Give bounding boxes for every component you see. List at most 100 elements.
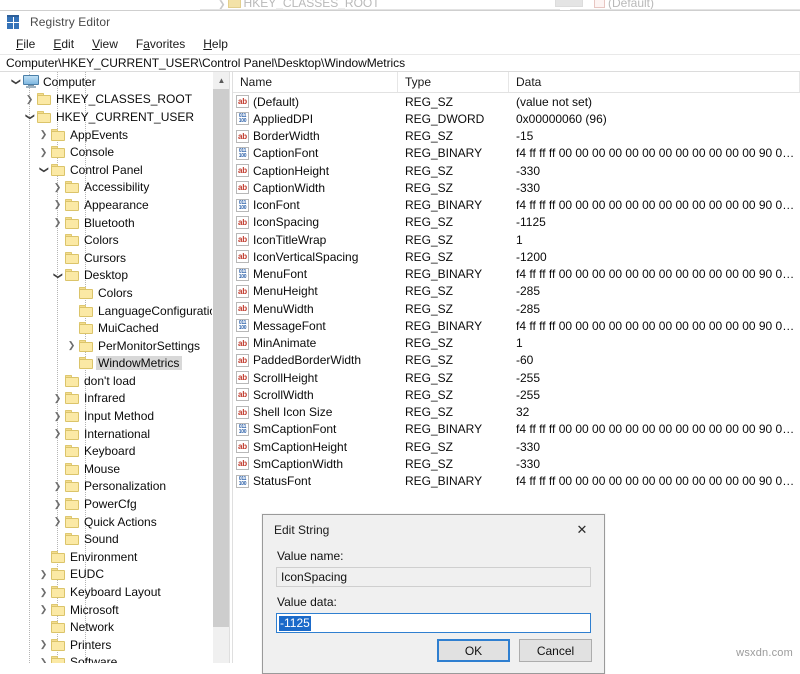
tree-node-printers[interactable]: ❯Printers — [0, 636, 229, 654]
chevron-right-icon[interactable]: ❯ — [50, 495, 65, 513]
tree-node-powercfg[interactable]: ❯PowerCfg — [0, 495, 229, 513]
chevron-right-icon[interactable]: ❯ — [50, 513, 65, 531]
tree-node-colors[interactable]: Colors — [0, 284, 229, 302]
tree-node-muicached[interactable]: MuiCached — [0, 319, 229, 337]
tree-node-international[interactable]: ❯International — [0, 425, 229, 443]
chevron-right-icon[interactable]: ❯ — [50, 196, 65, 214]
tree-node-cursors[interactable]: Cursors — [0, 249, 229, 267]
cancel-button[interactable]: Cancel — [519, 639, 592, 662]
address-bar[interactable]: Computer\HKEY_CURRENT_USER\Control Panel… — [0, 54, 800, 72]
ok-button[interactable]: OK — [437, 639, 510, 662]
table-row[interactable]: ab(Default)REG_SZ(value not set) — [233, 93, 800, 110]
tree-node-mouse[interactable]: Mouse — [0, 460, 229, 478]
chevron-right-icon[interactable]: ❯ — [22, 91, 37, 109]
tree-node-environment[interactable]: Environment — [0, 548, 229, 566]
table-row[interactable]: abShell Icon SizeREG_SZ32 — [233, 404, 800, 421]
menu-view[interactable]: View — [83, 35, 127, 53]
chevron-right-icon[interactable]: ❯ — [36, 583, 51, 601]
registry-tree[interactable]: ❯Computer❯HKEY_CLASSES_ROOT❯HKEY_CURRENT… — [0, 72, 229, 663]
chevron-right-icon[interactable]: ❯ — [50, 214, 65, 232]
column-header-type[interactable]: Type — [398, 72, 509, 92]
chevron-down-icon[interactable]: ❯ — [21, 109, 39, 124]
chevron-right-icon[interactable]: ❯ — [50, 425, 65, 443]
table-row[interactable]: abSmCaptionHeightREG_SZ-330 — [233, 438, 800, 455]
tree-node-control-panel[interactable]: ❯Control Panel — [0, 161, 229, 179]
chevron-up-icon[interactable]: ▲ — [213, 72, 229, 89]
menu-edit[interactable]: Edit — [44, 35, 83, 53]
tree-node-bluetooth[interactable]: ❯Bluetooth — [0, 214, 229, 232]
table-row[interactable]: abMinAnimateREG_SZ1 — [233, 335, 800, 352]
menu-file[interactable]: File — [7, 35, 44, 53]
tree-node-languageconfiguration[interactable]: LanguageConfiguration — [0, 302, 229, 320]
table-row[interactable]: abBorderWidthREG_SZ-15 — [233, 128, 800, 145]
chevron-right-icon[interactable]: ❯ — [64, 337, 79, 355]
tree-node-computer[interactable]: ❯Computer — [0, 73, 229, 91]
tree-node-accessibility[interactable]: ❯Accessibility — [0, 179, 229, 197]
chevron-down-icon[interactable]: ❯ — [35, 162, 53, 177]
tree-node-appevents[interactable]: ❯AppEvents — [0, 126, 229, 144]
chevron-right-icon[interactable]: ❯ — [36, 566, 51, 584]
chevron-right-icon[interactable]: ❯ — [36, 601, 51, 619]
chevron-right-icon[interactable]: ❯ — [50, 390, 65, 408]
table-row[interactable]: 011100AppliedDPIREG_DWORD0x00000060 (96) — [233, 110, 800, 127]
table-row[interactable]: abCaptionWidthREG_SZ-330 — [233, 179, 800, 196]
tree-node-desktop[interactable]: ❯Desktop — [0, 267, 229, 285]
registry-values-list[interactable]: ab(Default)REG_SZ(value not set)011100Ap… — [233, 93, 800, 490]
tree-node-network[interactable]: Network — [0, 618, 229, 636]
tree-node-keyboard-layout[interactable]: ❯Keyboard Layout — [0, 583, 229, 601]
table-row[interactable]: abScrollHeightREG_SZ-255 — [233, 369, 800, 386]
tree-scrollbar[interactable]: ▲ — [212, 72, 229, 663]
tree-node-appearance[interactable]: ❯Appearance — [0, 196, 229, 214]
chevron-right-icon[interactable]: ❯ — [50, 407, 65, 425]
table-row[interactable]: abPaddedBorderWidthREG_SZ-60 — [233, 352, 800, 369]
chevron-right-icon[interactable]: ❯ — [36, 654, 51, 663]
value-data-input[interactable]: -1125 — [276, 613, 591, 633]
tree-node-keyboard[interactable]: Keyboard — [0, 442, 229, 460]
table-row[interactable]: abIconSpacingREG_SZ-1125 — [233, 214, 800, 231]
tree-node-colors[interactable]: Colors — [0, 231, 229, 249]
tree-scrollbar-thumb[interactable] — [213, 89, 229, 627]
tree-indent — [0, 513, 50, 531]
table-row[interactable]: abMenuWidthREG_SZ-285 — [233, 300, 800, 317]
tree-node-hkey-classes-root[interactable]: ❯HKEY_CLASSES_ROOT — [0, 91, 229, 109]
chevron-right-icon[interactable]: ❯ — [36, 143, 51, 161]
tree-node-hkey-current-user[interactable]: ❯HKEY_CURRENT_USER — [0, 108, 229, 126]
chevron-down-icon[interactable]: ❯ — [7, 74, 25, 89]
chevron-right-icon[interactable]: ❯ — [36, 126, 51, 144]
tree-node-software[interactable]: ❯Software — [0, 654, 229, 663]
menu-help[interactable]: Help — [194, 35, 237, 53]
menu-favorites[interactable]: Favorites — [127, 35, 194, 53]
chevron-right-icon[interactable]: ❯ — [36, 636, 51, 654]
table-row[interactable]: 011100StatusFontREG_BINARYf4 ff ff ff 00… — [233, 473, 800, 490]
table-row[interactable]: 011100CaptionFontREG_BINARYf4 ff ff ff 0… — [233, 145, 800, 162]
table-row[interactable]: 011100MessageFontREG_BINARYf4 ff ff ff 0… — [233, 317, 800, 334]
column-header-name[interactable]: Name — [233, 72, 398, 92]
tree-node-eudc[interactable]: ❯EUDC — [0, 566, 229, 584]
chevron-down-icon[interactable]: ❯ — [49, 268, 67, 283]
tree-node-microsoft[interactable]: ❯Microsoft — [0, 601, 229, 619]
tree-node-don-t-load[interactable]: don't load — [0, 372, 229, 390]
tree-node-sound[interactable]: Sound — [0, 530, 229, 548]
table-row[interactable]: abCaptionHeightREG_SZ-330 — [233, 162, 800, 179]
tree-node-personalization[interactable]: ❯Personalization — [0, 478, 229, 496]
tree-node-windowmetrics[interactable]: WindowMetrics — [0, 355, 229, 373]
tree-node-permonitorsettings[interactable]: ❯PerMonitorSettings — [0, 337, 229, 355]
chevron-right-icon[interactable]: ❯ — [50, 478, 65, 496]
tree-node-console[interactable]: ❯Console — [0, 143, 229, 161]
table-row[interactable]: abIconTitleWrapREG_SZ1 — [233, 231, 800, 248]
tree-node-label: Sound — [84, 532, 119, 546]
tree-node-quick-actions[interactable]: ❯Quick Actions — [0, 513, 229, 531]
close-icon[interactable]: ✕ — [560, 516, 604, 545]
table-row[interactable]: 011100IconFontREG_BINARYf4 ff ff ff 00 0… — [233, 197, 800, 214]
table-row[interactable]: abSmCaptionWidthREG_SZ-330 — [233, 455, 800, 472]
table-row[interactable]: abScrollWidthREG_SZ-255 — [233, 386, 800, 403]
table-row[interactable]: abMenuHeightREG_SZ-285 — [233, 283, 800, 300]
table-row[interactable]: 011100SmCaptionFontREG_BINARYf4 ff ff ff… — [233, 421, 800, 438]
chevron-right-icon[interactable]: ❯ — [50, 179, 65, 197]
tree-node-infrared[interactable]: ❯Infrared — [0, 390, 229, 408]
folder-icon — [79, 357, 94, 369]
tree-node-input-method[interactable]: ❯Input Method — [0, 407, 229, 425]
table-row[interactable]: 011100MenuFontREG_BINARYf4 ff ff ff 00 0… — [233, 266, 800, 283]
column-header-data[interactable]: Data — [509, 72, 800, 92]
table-row[interactable]: abIconVerticalSpacingREG_SZ-1200 — [233, 248, 800, 265]
